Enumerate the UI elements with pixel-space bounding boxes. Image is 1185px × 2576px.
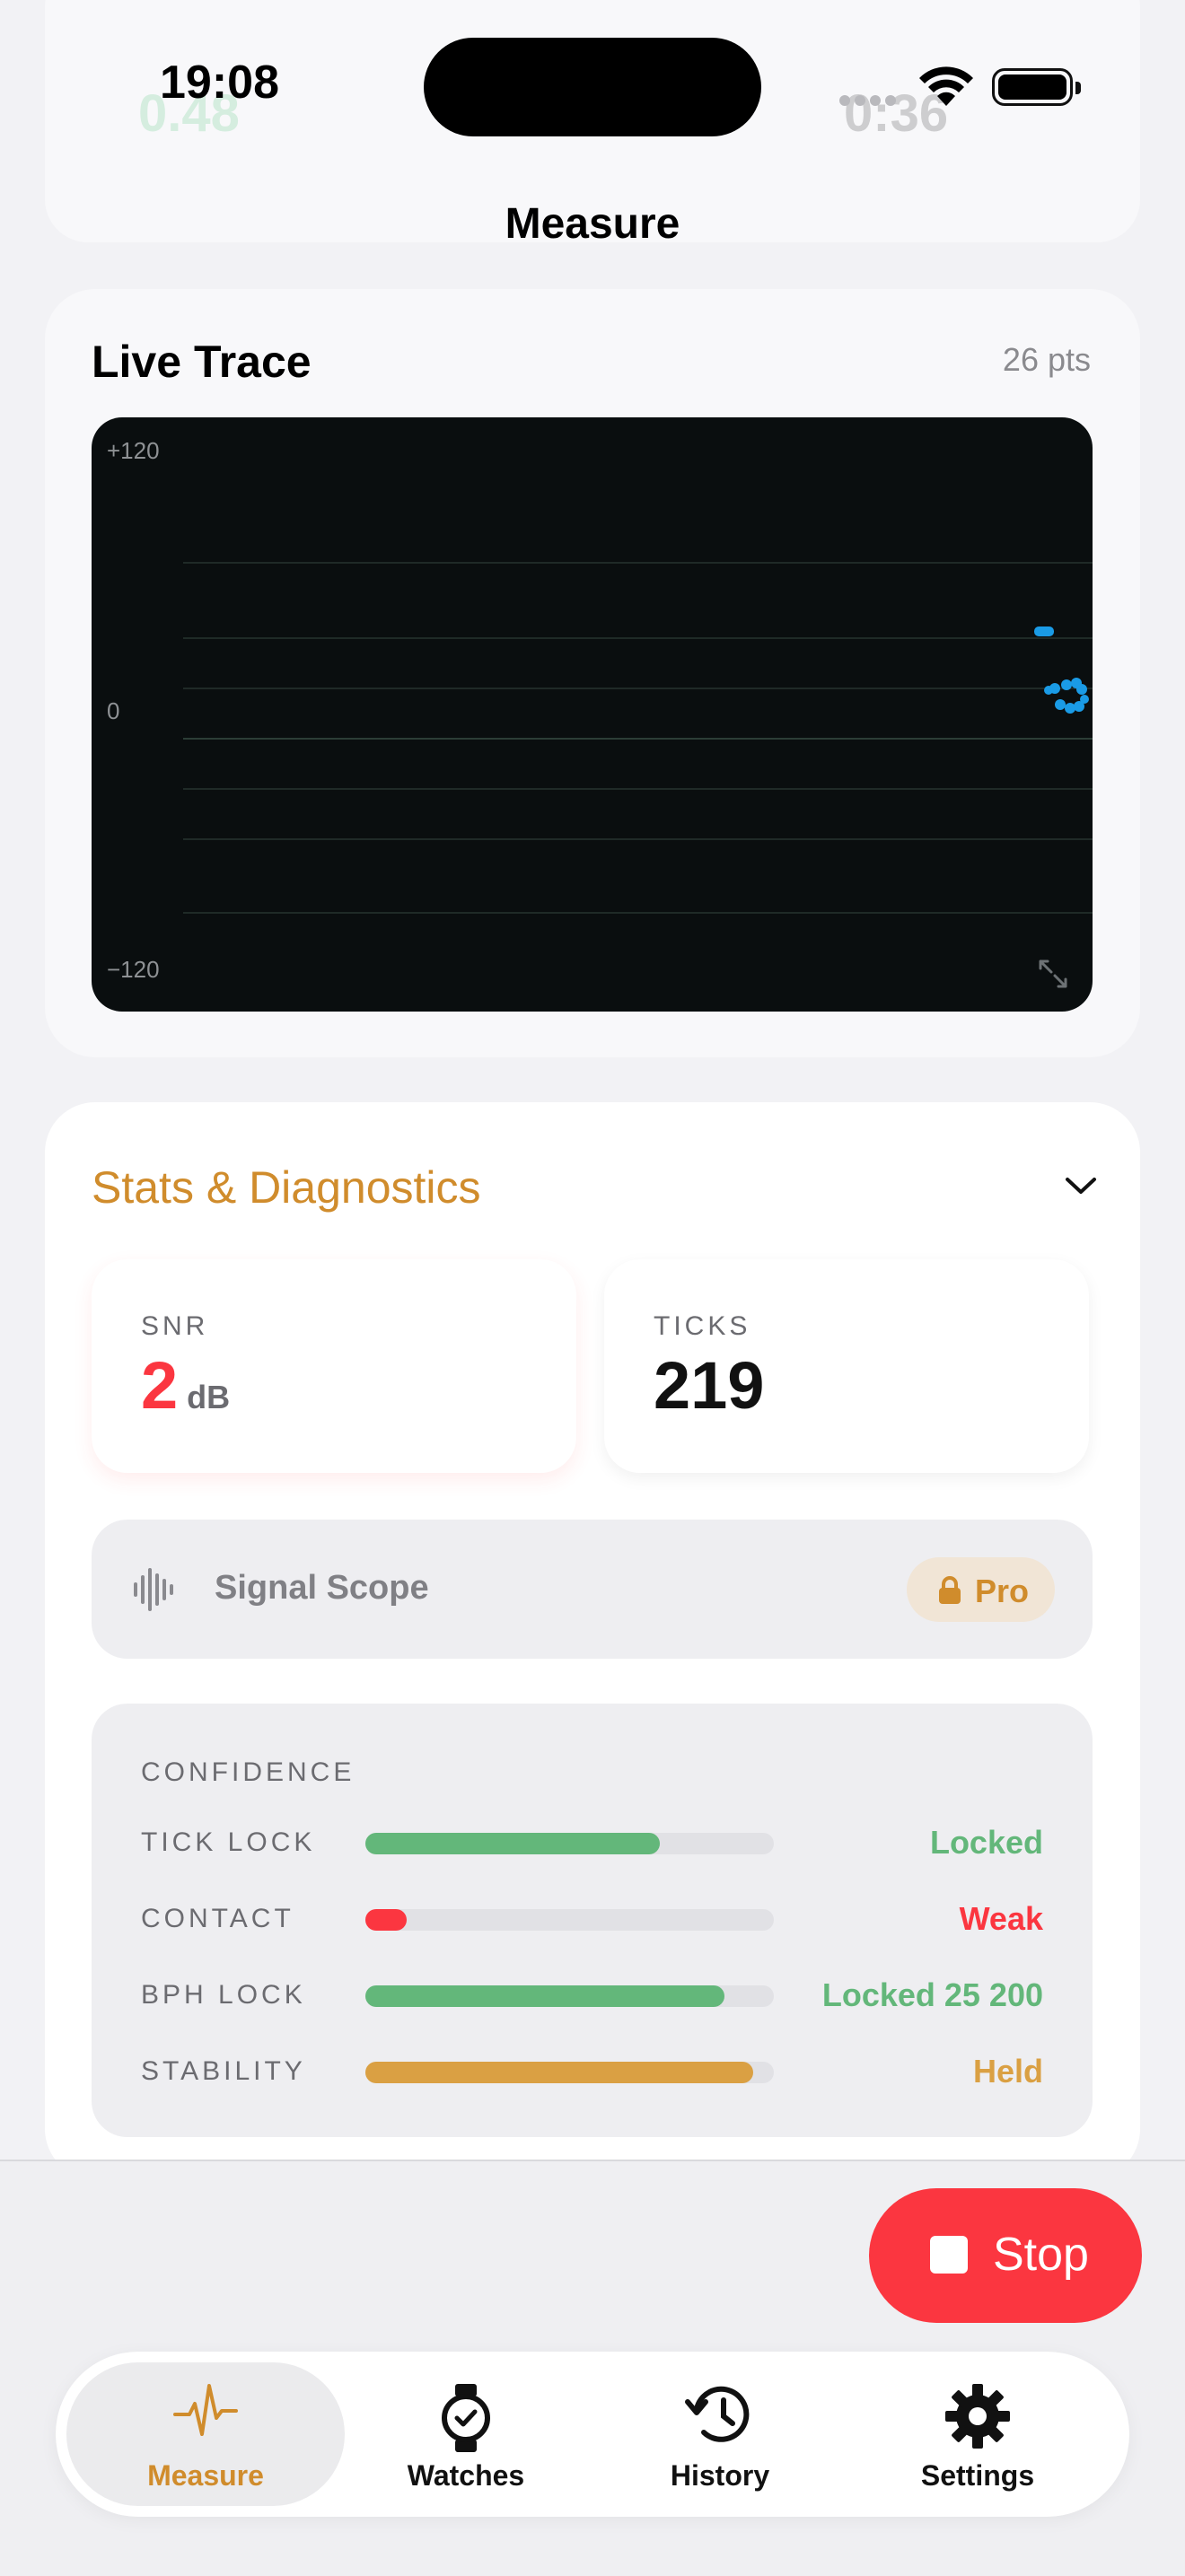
confidence-bar-fill [365,2062,754,2083]
confidence-row-value: Held [972,2053,1043,2090]
confidence-bar-fill [365,1833,660,1854]
confidence-bar-fill [365,1909,407,1931]
confidence-row-value: Locked 25 200 [821,1976,1043,2013]
stop-icon [930,2236,968,2274]
stats-diagnostics-card: Stats & Diagnostics SNR 2 dB TICKS 219 Si… [45,1102,1140,2179]
y-axis-min-label: −120 [107,956,160,983]
ticks-tile: TICKS 219 [604,1259,1089,1473]
trace-points [1034,626,1089,714]
live-trace-card: Live Trace 26 pts +120 0 −120 [45,289,1140,1057]
snr-tile: SNR 2 dB [92,1259,576,1473]
tab-measure[interactable]: Measure [66,2362,345,2506]
wifi-icon [919,66,973,106]
gridlines [183,562,1093,914]
confidence-bar [365,1985,774,2007]
snr-unit: dB [187,1379,231,1415]
confidence-bar [365,1909,774,1931]
confidence-bar-fill [365,1985,725,2007]
confidence-row-bph-lock: BPH LOCK Locked 25 200 [92,1973,1093,2018]
y-axis-max-label: +120 [107,437,160,464]
confidence-row-stability: STABILITY Held [92,2049,1093,2094]
battery-icon [992,68,1081,106]
tab-label: Measure [147,2459,264,2492]
tab-label: Settings [920,2459,1035,2492]
stop-button[interactable]: Stop [869,2188,1142,2323]
confidence-bar [365,1833,774,1854]
tab-settings[interactable]: Settings [838,2362,1117,2506]
snr-value: 2 [141,1348,179,1423]
status-time: 19:08 [160,57,279,109]
confidence-bar [365,2062,774,2083]
page-title: Measure [505,200,680,248]
pro-badge-label: Pro [975,1573,1030,1609]
ticks-value: 219 [654,1348,765,1423]
signal-scope-row[interactable]: Signal Scope Pro [92,1520,1093,1659]
confidence-row-tick-lock: TICK LOCK Locked [92,1820,1093,1865]
confidence-panel: CONFIDENCE TICK LOCK Locked CONTACT Weak… [92,1704,1093,2137]
expand-icon[interactable] [1035,956,1071,992]
pro-badge[interactable]: Pro [907,1557,1055,1622]
waveform-icon [134,1568,173,1611]
pulse-icon [66,2382,345,2444]
tab-label: History [670,2459,770,2492]
confidence-row-value: Weak [959,1900,1043,1937]
live-trace-title: Live Trace [92,337,312,387]
tab-bar: Measure Watches History Settings [56,2352,1129,2517]
status-bar: 19:08 [0,0,1185,180]
confidence-row-label: CONTACT [141,1904,294,1933]
confidence-row-label: STABILITY [141,2056,306,2086]
confidence-row-label: TICK LOCK [141,1827,316,1857]
ticks-label: TICKS [654,1311,751,1341]
stats-section-title[interactable]: Stats & Diagnostics [92,1161,481,1214]
cellular-signal-icon [839,94,900,110]
dynamic-island [424,38,761,136]
lock-icon [939,1576,961,1604]
confidence-title: CONFIDENCE [141,1757,356,1787]
snr-value-group: 2 dB [141,1347,230,1424]
confidence-row-label: BPH LOCK [141,1980,306,2010]
tab-history[interactable]: History [581,2362,859,2506]
points-count: 26 pts [1002,341,1091,378]
chevron-down-icon[interactable] [1063,1174,1099,1197]
snr-label: SNR [141,1311,209,1341]
confidence-row-contact: CONTACT Weak [92,1897,1093,1941]
gear-icon [838,2382,1117,2455]
tab-watches[interactable]: Watches [327,2362,605,2506]
y-axis-zero-label: 0 [107,697,120,724]
history-icon [581,2382,859,2451]
watch-icon [327,2382,605,2458]
confidence-row-value: Locked [929,1824,1043,1861]
signal-scope-label: Signal Scope [215,1569,429,1607]
trace-plot[interactable]: +120 0 −120 [92,417,1093,1012]
trace-plot-svg [183,562,1093,914]
tab-label: Watches [407,2459,525,2492]
stop-button-label: Stop [993,2229,1089,2281]
